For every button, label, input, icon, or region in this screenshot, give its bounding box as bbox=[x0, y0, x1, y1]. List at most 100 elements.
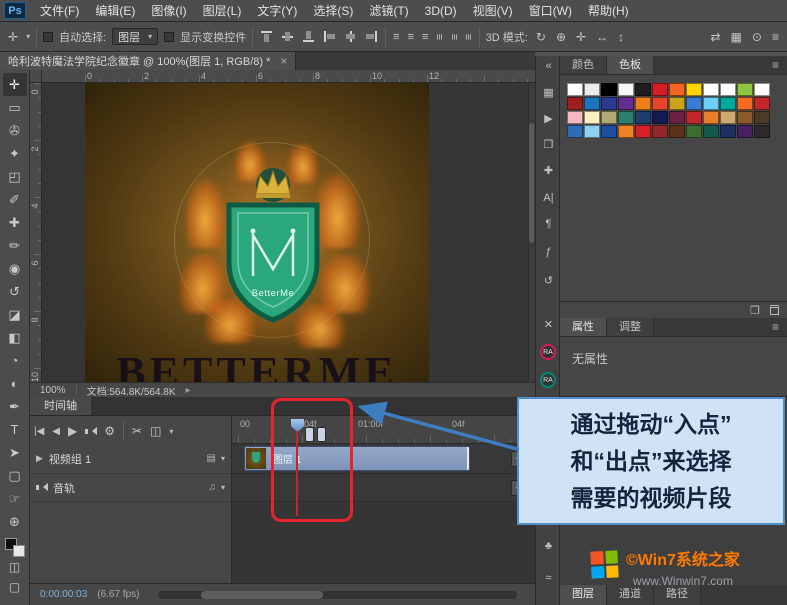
tab-paths[interactable]: 路径 bbox=[654, 585, 701, 605]
color-swatch[interactable] bbox=[584, 97, 600, 110]
3d-roll-icon[interactable]: ⊕ bbox=[554, 30, 568, 44]
tab-properties[interactable]: 属性 bbox=[560, 318, 607, 336]
waves-panel-icon[interactable]: ≈ bbox=[536, 572, 561, 584]
3d-rotate-icon[interactable]: ↻ bbox=[534, 30, 548, 44]
transition-icon[interactable]: ◫ bbox=[150, 424, 161, 438]
3d-slide-icon[interactable]: ↔ bbox=[594, 30, 610, 44]
auto-select-checkbox[interactable] bbox=[43, 32, 53, 42]
color-swatch[interactable] bbox=[635, 83, 651, 96]
quick-mask-button[interactable]: ◫ bbox=[3, 557, 27, 577]
distribute-vertical-icon[interactable]: ≡ bbox=[448, 32, 460, 40]
distribute-icon[interactable]: ≡ bbox=[392, 31, 400, 43]
clone-source-panel-icon[interactable]: ❐ bbox=[536, 138, 561, 151]
play-button[interactable]: ▶ bbox=[68, 424, 77, 438]
color-swatch[interactable] bbox=[618, 83, 634, 96]
color-swatch[interactable] bbox=[703, 111, 719, 124]
lasso-tool[interactable]: ✇ bbox=[3, 119, 27, 142]
color-swatch[interactable] bbox=[567, 111, 583, 124]
paragraph-panel-icon[interactable]: ¶ bbox=[536, 218, 561, 230]
distribute-icon[interactable]: ≡ bbox=[407, 31, 415, 43]
color-swatch[interactable] bbox=[669, 111, 685, 124]
color-swatch[interactable] bbox=[703, 97, 719, 110]
menu-item[interactable]: 滤镜(T) bbox=[361, 0, 416, 22]
mute-audio-icon[interactable] bbox=[85, 427, 96, 436]
eyedropper-tool[interactable]: ✐ bbox=[3, 188, 27, 211]
color-swatch[interactable] bbox=[754, 111, 770, 124]
color-swatch[interactable] bbox=[669, 97, 685, 110]
ra-badge-teal[interactable]: RA bbox=[540, 372, 556, 388]
dodge-tool[interactable]: ◐ bbox=[3, 372, 27, 395]
document-canvas[interactable]: BetterMe BETTERME bbox=[85, 83, 429, 382]
tab-adjustments[interactable]: 调整 bbox=[607, 318, 654, 336]
color-swatch[interactable] bbox=[584, 83, 600, 96]
adjustments-panel-icon[interactable]: ✚ bbox=[536, 164, 561, 177]
tab-color[interactable]: 颜色 bbox=[560, 56, 607, 74]
color-swatch[interactable] bbox=[686, 83, 702, 96]
transition-caret-icon[interactable]: ▾ bbox=[169, 427, 173, 436]
color-swatch[interactable] bbox=[703, 83, 719, 96]
color-swatch[interactable] bbox=[652, 97, 668, 110]
color-swatch[interactable] bbox=[601, 97, 617, 110]
marquee-tool[interactable]: ▭ bbox=[3, 96, 27, 119]
canvas-scrollbar[interactable] bbox=[528, 83, 535, 382]
color-swatch[interactable] bbox=[635, 125, 651, 138]
audio-note-icon[interactable]: ♫ bbox=[208, 482, 216, 493]
close-panel-icon[interactable]: ✕ bbox=[536, 318, 561, 331]
menu-item[interactable]: 3D(D) bbox=[417, 0, 465, 22]
video-track-header[interactable]: ▶ 视频组 1 ▤ ▾ bbox=[30, 444, 231, 474]
track-disclosure-icon[interactable]: ▶ bbox=[36, 453, 43, 464]
color-swatch[interactable] bbox=[720, 125, 736, 138]
color-swatch[interactable] bbox=[618, 125, 634, 138]
expand-panels-icon[interactable]: « bbox=[536, 60, 561, 72]
tab-layers[interactable]: 图层 bbox=[560, 585, 607, 605]
color-swatch[interactable] bbox=[686, 125, 702, 138]
color-swatch[interactable] bbox=[754, 97, 770, 110]
panel-menu-icon[interactable]: ≡ bbox=[764, 56, 787, 74]
color-swatch[interactable] bbox=[635, 111, 651, 124]
color-chips[interactable] bbox=[5, 538, 25, 557]
timeline-scrollbar-thumb[interactable] bbox=[201, 591, 323, 599]
styles-panel-icon[interactable]: ƒ bbox=[536, 246, 561, 258]
crop-tool[interactable]: ◰ bbox=[3, 165, 27, 188]
tab-timeline[interactable]: 时间轴 bbox=[30, 397, 91, 415]
swatches-panel-icon[interactable]: ▦ bbox=[536, 86, 561, 99]
color-swatch[interactable] bbox=[703, 125, 719, 138]
move-tool-preset-icon[interactable]: ✛ bbox=[6, 30, 20, 44]
background-color-chip[interactable] bbox=[13, 545, 25, 557]
document-tab[interactable]: 哈利波特魔法学院纪念徽章 @ 100%(图层 1, RGB/8) * × bbox=[0, 52, 296, 70]
character-panel-icon[interactable]: A| bbox=[536, 192, 561, 204]
align-top-icon[interactable] bbox=[259, 30, 274, 43]
align-vertical-center-icon[interactable] bbox=[280, 30, 295, 43]
tab-channels[interactable]: 通道 bbox=[607, 585, 654, 605]
speaker-icon[interactable] bbox=[36, 483, 47, 492]
menu-item[interactable]: 视图(V) bbox=[465, 0, 521, 22]
color-swatch[interactable] bbox=[669, 125, 685, 138]
workspace-menu-icon[interactable]: ≡ bbox=[770, 30, 781, 44]
move-tool[interactable]: ✛ bbox=[3, 73, 27, 96]
menu-item[interactable]: 选择(S) bbox=[305, 0, 361, 22]
color-swatch[interactable] bbox=[737, 111, 753, 124]
color-swatch[interactable] bbox=[601, 83, 617, 96]
sync-settings-icon[interactable]: ⇄ bbox=[709, 30, 723, 44]
align-bottom-icon[interactable] bbox=[301, 30, 316, 43]
menu-item[interactable]: 图层(L) bbox=[195, 0, 250, 22]
color-swatch[interactable] bbox=[754, 83, 770, 96]
color-swatch[interactable] bbox=[669, 83, 685, 96]
auto-select-target-dropdown[interactable]: 图层 ▾ bbox=[112, 28, 158, 45]
history-brush-tool[interactable]: ↺ bbox=[3, 280, 27, 303]
distribute-vertical-icon[interactable]: ≡ bbox=[462, 32, 474, 40]
color-swatch[interactable] bbox=[652, 125, 668, 138]
color-swatch[interactable] bbox=[720, 97, 736, 110]
color-swatch[interactable] bbox=[618, 97, 634, 110]
eraser-tool[interactable]: ◪ bbox=[3, 303, 27, 326]
scrollbar-thumb[interactable] bbox=[529, 123, 534, 243]
search-icon[interactable]: ⊙ bbox=[750, 30, 764, 44]
close-document-icon[interactable]: × bbox=[280, 54, 287, 68]
3d-scale-icon[interactable]: ↕ bbox=[616, 30, 626, 44]
color-swatch[interactable] bbox=[737, 125, 753, 138]
menu-item[interactable]: 帮助(H) bbox=[580, 0, 637, 22]
shape-tool[interactable]: ▢ bbox=[3, 464, 27, 487]
hand-tool[interactable]: ☞ bbox=[3, 487, 27, 510]
status-arrow-icon[interactable]: ▸ bbox=[186, 385, 191, 396]
new-swatch-icon[interactable]: ❐ bbox=[750, 304, 760, 317]
